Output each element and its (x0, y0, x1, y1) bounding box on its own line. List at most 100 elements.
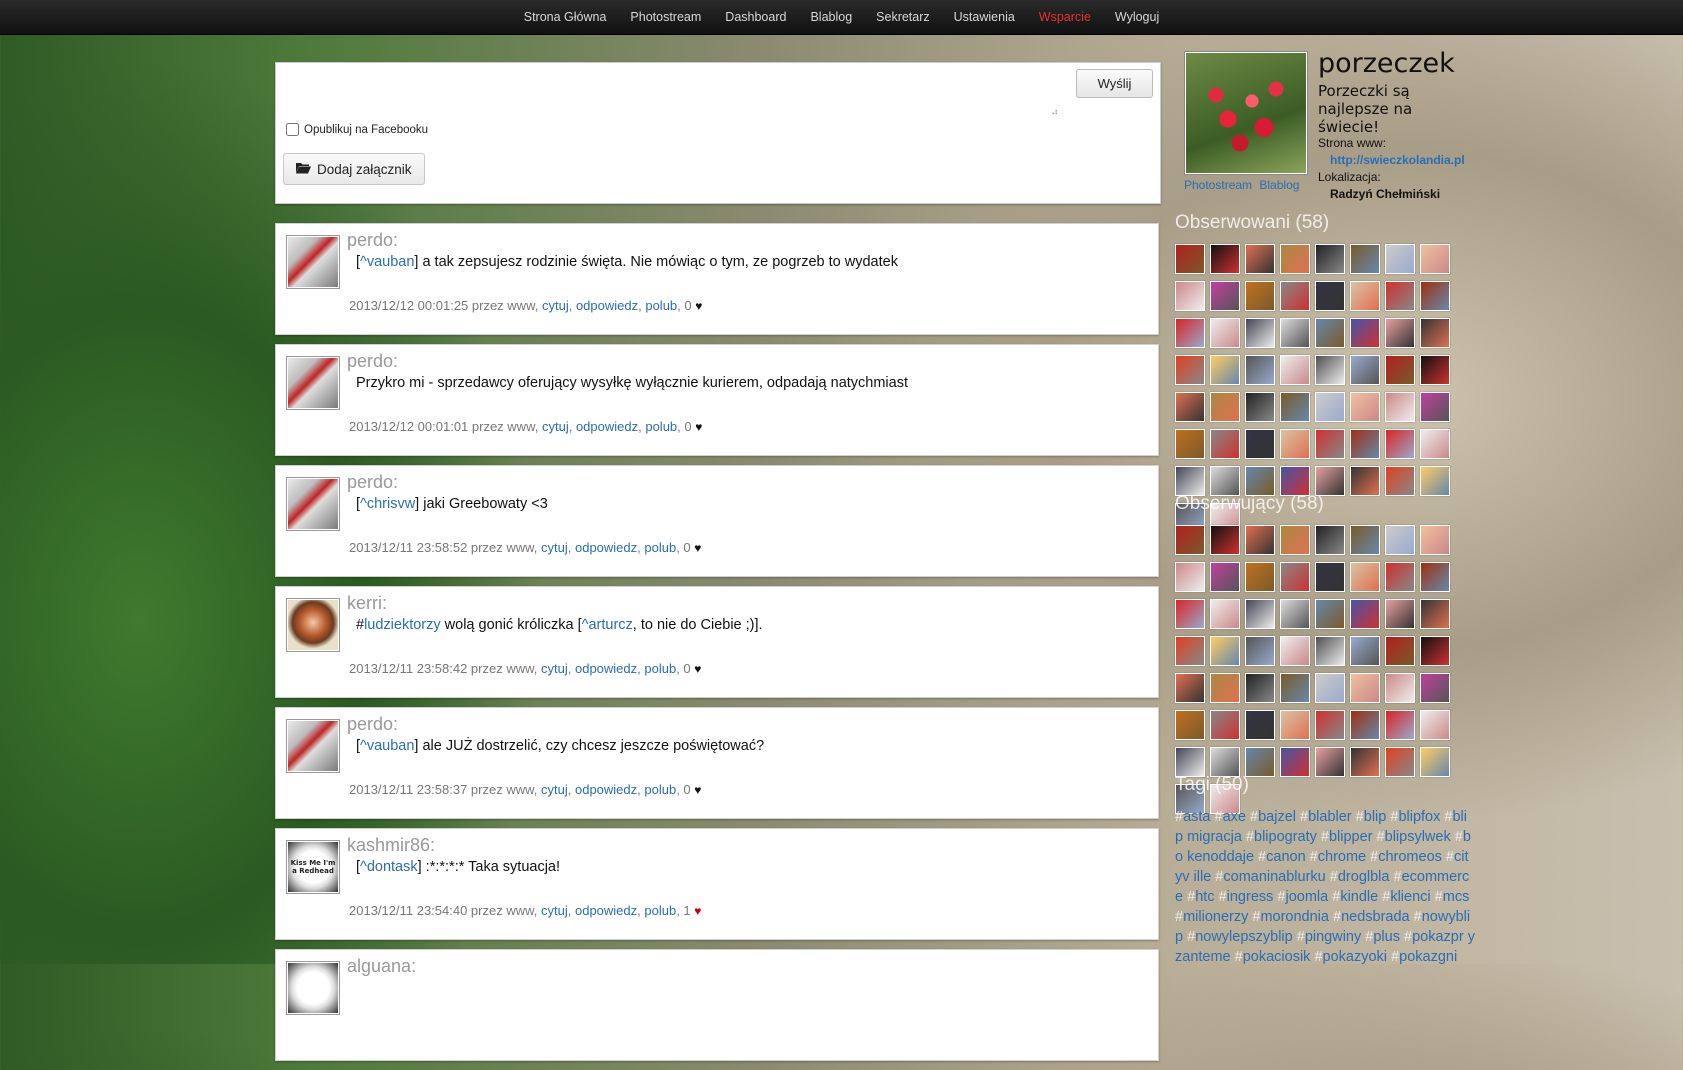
user-thumbnail[interactable] (1175, 599, 1205, 629)
attach-button[interactable]: Dodaj załącznik (283, 153, 425, 185)
post-author[interactable]: perdo: (347, 230, 398, 251)
nav-blablog[interactable]: Blablog (810, 10, 852, 24)
mention-link[interactable]: ^arturcz (582, 617, 633, 633)
mention-link[interactable]: ^vauban (360, 254, 414, 270)
user-thumbnail[interactable] (1280, 355, 1310, 385)
user-thumbnail[interactable] (1280, 747, 1310, 777)
mention-link[interactable]: ^dontask (360, 859, 418, 875)
quote-link[interactable]: cytuj (541, 540, 568, 555)
user-thumbnail[interactable] (1245, 466, 1275, 496)
user-thumbnail[interactable] (1385, 673, 1415, 703)
tag-link[interactable]: nedsbrada (1341, 909, 1410, 925)
user-thumbnail[interactable] (1210, 525, 1240, 555)
user-thumbnail[interactable] (1280, 636, 1310, 666)
reply-link[interactable]: odpowiedz (575, 903, 637, 918)
user-thumbnail[interactable] (1350, 562, 1380, 592)
send-button[interactable]: Wyślij (1076, 69, 1153, 98)
quote-link[interactable]: cytuj (541, 661, 568, 676)
tag-link[interactable]: kindle (1340, 889, 1378, 905)
like-link[interactable]: polub (645, 419, 677, 434)
nav-photostream[interactable]: Photostream (630, 10, 701, 24)
user-thumbnail[interactable] (1350, 710, 1380, 740)
facebook-option[interactable]: Opublikuj na Facebooku (286, 123, 428, 136)
user-thumbnail[interactable] (1280, 466, 1310, 496)
user-thumbnail[interactable] (1385, 429, 1415, 459)
user-thumbnail[interactable] (1350, 429, 1380, 459)
tag-link[interactable]: nowylepszyblip (1195, 929, 1293, 945)
post-avatar[interactable] (286, 235, 340, 289)
tag-link[interactable]: pokazgni (1399, 949, 1457, 965)
user-thumbnail[interactable] (1315, 599, 1345, 629)
post-avatar[interactable] (286, 598, 340, 652)
user-thumbnail[interactable] (1245, 355, 1275, 385)
profile-avatar[interactable] (1184, 51, 1308, 175)
user-thumbnail[interactable] (1280, 429, 1310, 459)
tag-link[interactable]: blipper (1329, 829, 1373, 845)
user-thumbnail[interactable] (1420, 710, 1450, 740)
user-thumbnail[interactable] (1420, 392, 1450, 422)
tag-link[interactable]: chromeos (1378, 849, 1442, 865)
post-author[interactable]: kashmir86: (347, 835, 435, 856)
user-thumbnail[interactable] (1350, 244, 1380, 274)
user-thumbnail[interactable] (1350, 636, 1380, 666)
user-thumbnail[interactable] (1210, 710, 1240, 740)
nav-settings[interactable]: Ustawienia (954, 10, 1015, 24)
quote-link[interactable]: cytuj (541, 903, 568, 918)
user-thumbnail[interactable] (1420, 429, 1450, 459)
tag-link[interactable]: ingress (1227, 889, 1274, 905)
post-author[interactable]: perdo: (347, 714, 398, 735)
user-thumbnail[interactable] (1210, 429, 1240, 459)
quote-link[interactable]: cytuj (541, 782, 568, 797)
user-thumbnail[interactable] (1210, 562, 1240, 592)
user-thumbnail[interactable] (1350, 392, 1380, 422)
user-thumbnail[interactable] (1175, 244, 1205, 274)
tag-link[interactable]: morondnia (1260, 909, 1329, 925)
post-avatar[interactable] (286, 961, 340, 1015)
tag-link[interactable]: asta (1183, 809, 1210, 825)
user-thumbnail[interactable] (1385, 562, 1415, 592)
user-thumbnail[interactable] (1175, 636, 1205, 666)
user-thumbnail[interactable] (1280, 599, 1310, 629)
user-thumbnail[interactable] (1385, 599, 1415, 629)
tag-link[interactable]: blabler (1308, 809, 1352, 825)
user-thumbnail[interactable] (1315, 355, 1345, 385)
user-thumbnail[interactable] (1175, 525, 1205, 555)
tag-link[interactable]: blipograty (1254, 829, 1317, 845)
user-thumbnail[interactable] (1385, 318, 1415, 348)
user-thumbnail[interactable] (1350, 466, 1380, 496)
tag-link[interactable]: mcs (1443, 889, 1470, 905)
mention-link[interactable]: ludziektorzy (364, 617, 441, 633)
user-thumbnail[interactable] (1245, 636, 1275, 666)
like-link[interactable]: polub (645, 298, 677, 313)
nav-logout[interactable]: Wyloguj (1115, 10, 1159, 24)
user-thumbnail[interactable] (1245, 673, 1275, 703)
user-thumbnail[interactable] (1175, 281, 1205, 311)
user-thumbnail[interactable] (1245, 599, 1275, 629)
profile-photostream-link[interactable]: Photostream (1184, 178, 1252, 192)
user-thumbnail[interactable] (1315, 392, 1345, 422)
post-author[interactable]: perdo: (347, 351, 398, 372)
user-thumbnail[interactable] (1385, 244, 1415, 274)
user-thumbnail[interactable] (1350, 318, 1380, 348)
user-thumbnail[interactable] (1280, 562, 1310, 592)
user-thumbnail[interactable] (1210, 636, 1240, 666)
user-thumbnail[interactable] (1385, 636, 1415, 666)
tag-link[interactable]: canon (1266, 849, 1306, 865)
like-link[interactable]: polub (644, 782, 676, 797)
user-thumbnail[interactable] (1420, 673, 1450, 703)
post-avatar[interactable]: Kiss Me I'm a Redhead (286, 840, 340, 894)
quote-link[interactable]: cytuj (542, 419, 569, 434)
user-thumbnail[interactable] (1420, 747, 1450, 777)
reply-link[interactable]: odpowiedz (575, 782, 637, 797)
mention-link[interactable]: ^vauban (360, 738, 414, 754)
tag-link[interactable]: pokazyoki (1323, 949, 1387, 965)
nav-sekretarz[interactable]: Sekretarz (876, 10, 930, 24)
user-thumbnail[interactable] (1175, 429, 1205, 459)
www-link[interactable]: http://swieczkolandia.pl (1330, 153, 1465, 167)
user-thumbnail[interactable] (1420, 244, 1450, 274)
user-thumbnail[interactable] (1350, 599, 1380, 629)
user-thumbnail[interactable] (1315, 636, 1345, 666)
profile-blablog-link[interactable]: Blablog (1259, 178, 1299, 192)
user-thumbnail[interactable] (1420, 355, 1450, 385)
post-input[interactable] (282, 67, 1066, 131)
